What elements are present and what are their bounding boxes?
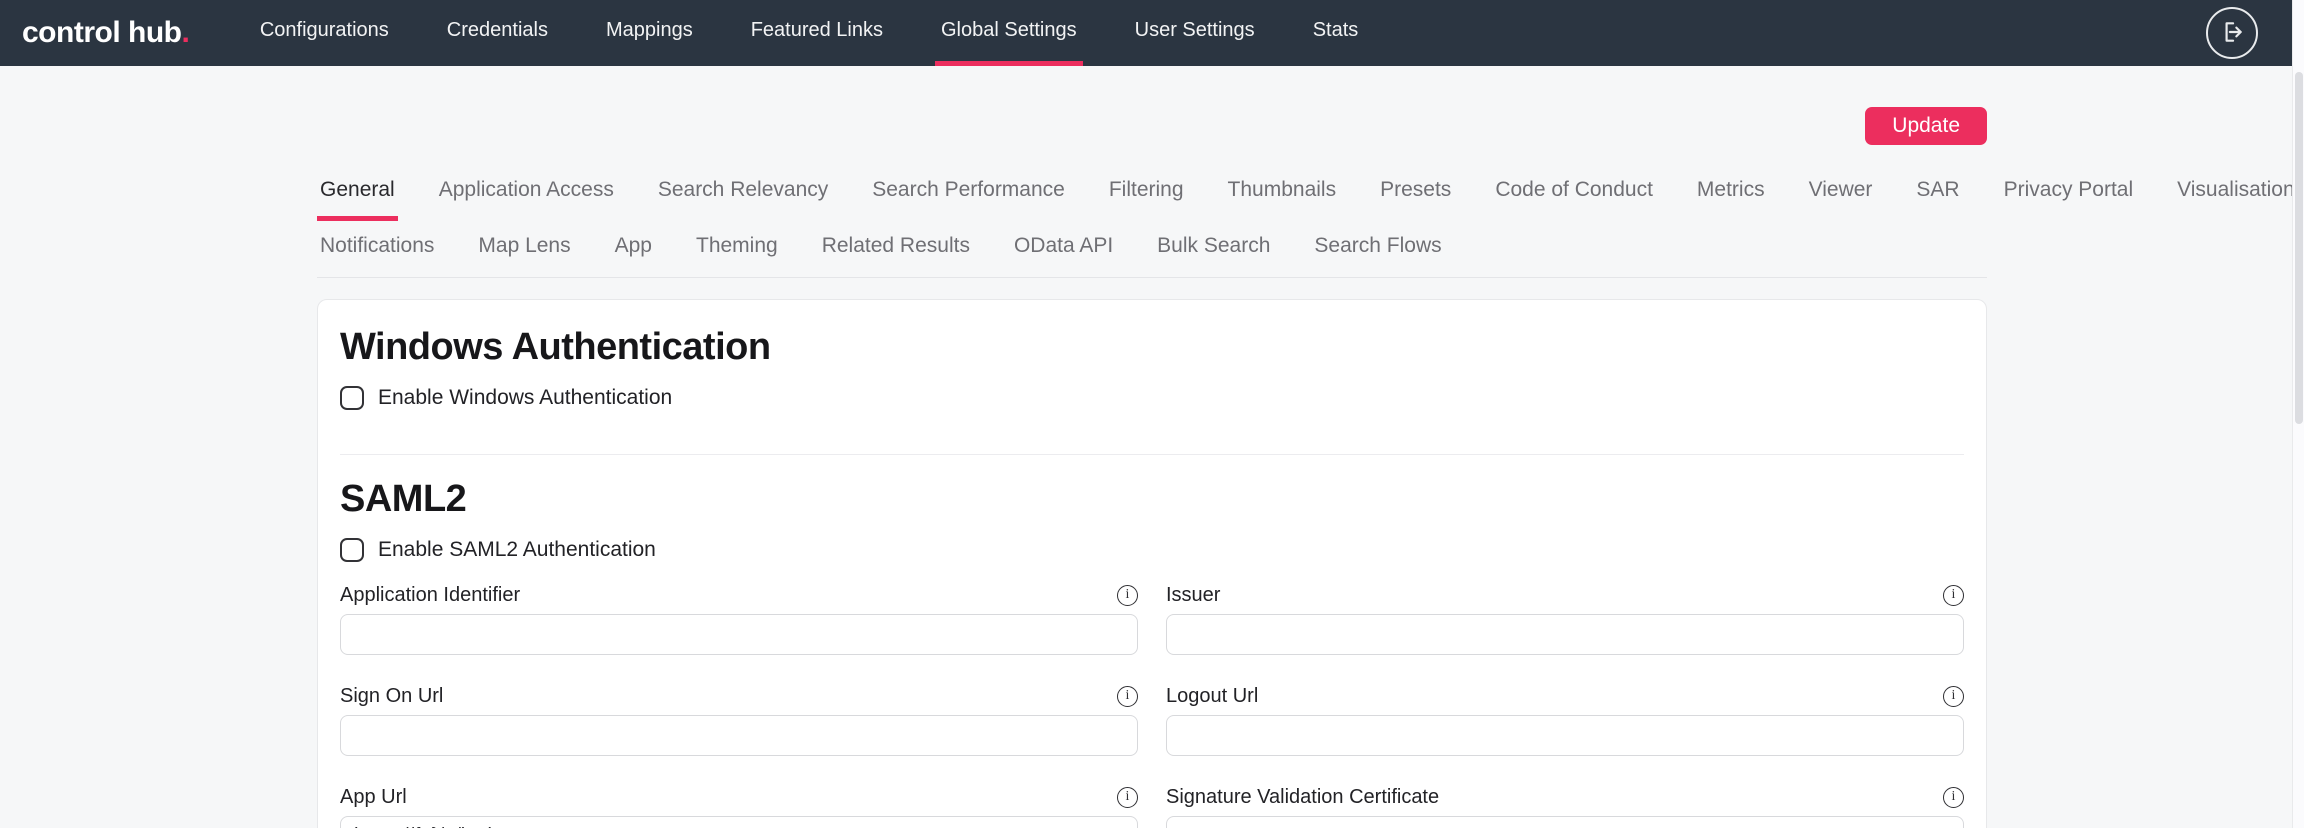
tab-general[interactable]: General [317, 165, 398, 221]
tab-search-relevancy[interactable]: Search Relevancy [655, 165, 831, 221]
logout-url-label: Logout Url [1166, 685, 1258, 708]
windows-auth-title: Windows Authentication [340, 326, 1964, 369]
top-navbar: control hub. Configurations Credentials … [0, 0, 2304, 66]
saml2-checkbox[interactable] [340, 538, 364, 562]
tab-theming[interactable]: Theming [693, 221, 781, 277]
logout-button[interactable] [2206, 7, 2258, 59]
settings-tabs: General Application Access Search Releva… [317, 165, 1987, 278]
app-url-label: App Url [340, 786, 407, 809]
nav-item-featured-links[interactable]: Featured Links [745, 0, 889, 66]
tab-viewer[interactable]: Viewer [1806, 165, 1876, 221]
tab-row-2: Notifications Map Lens App Theming Relat… [317, 221, 1987, 277]
issuer-label: Issuer [1166, 584, 1220, 607]
app-logo[interactable]: control hub. [22, 0, 190, 66]
tab-filtering[interactable]: Filtering [1106, 165, 1187, 221]
saml2-checkbox-label: Enable SAML2 Authentication [378, 538, 656, 562]
tab-notifications[interactable]: Notifications [317, 221, 437, 277]
nav-item-stats[interactable]: Stats [1307, 0, 1365, 66]
tab-row-1: General Application Access Search Releva… [317, 165, 1987, 221]
info-icon[interactable]: i [1117, 686, 1138, 707]
info-icon[interactable]: i [1117, 787, 1138, 808]
tab-bulk-search[interactable]: Bulk Search [1154, 221, 1273, 277]
sign-on-url-input[interactable] [340, 715, 1138, 756]
saml2-field-grid: Application Identifier i Issuer i Sign O… [340, 584, 1964, 828]
logout-icon [2219, 19, 2245, 48]
tab-search-flows[interactable]: Search Flows [1311, 221, 1444, 277]
saml2-checkbox-row: Enable SAML2 Authentication [340, 538, 1964, 562]
windows-auth-checkbox-row: Enable Windows Authentication [340, 386, 1964, 410]
nav-item-configurations[interactable]: Configurations [254, 0, 395, 66]
nav-item-global-settings[interactable]: Global Settings [935, 0, 1083, 66]
logout-url-field: Logout Url i [1166, 685, 1964, 756]
section-divider [340, 454, 1964, 455]
tab-privacy-portal[interactable]: Privacy Portal [2001, 165, 2137, 221]
application-identifier-input[interactable] [340, 614, 1138, 655]
signature-validation-certificate-label: Signature Validation Certificate [1166, 786, 1439, 809]
issuer-input[interactable] [1166, 614, 1964, 655]
tab-application-access[interactable]: Application Access [436, 165, 617, 221]
signature-validation-certificate-field: Signature Validation Certificate i [1166, 786, 1964, 828]
tab-visualisations[interactable]: Visualisations [2174, 165, 2304, 221]
windows-auth-checkbox-label: Enable Windows Authentication [378, 386, 672, 410]
update-button[interactable]: Update [1865, 107, 1987, 145]
logo-text: control hub [22, 16, 181, 50]
tab-search-performance[interactable]: Search Performance [869, 165, 1068, 221]
nav-item-credentials[interactable]: Credentials [441, 0, 554, 66]
actions-row: Update [317, 107, 1987, 145]
app-url-input[interactable] [340, 816, 1138, 828]
tab-sar[interactable]: SAR [1913, 165, 1962, 221]
app-url-field: App Url i [340, 786, 1138, 828]
tab-odata-api[interactable]: OData API [1011, 221, 1116, 277]
application-identifier-label: Application Identifier [340, 584, 520, 607]
signature-validation-certificate-input[interactable] [1166, 816, 1964, 828]
saml2-title: SAML2 [340, 478, 1964, 521]
sign-on-url-field: Sign On Url i [340, 685, 1138, 756]
scrollbar-thumb[interactable] [2295, 72, 2303, 424]
tab-map-lens[interactable]: Map Lens [475, 221, 573, 277]
scrollbar-track[interactable] [2292, 0, 2304, 828]
tab-related-results[interactable]: Related Results [819, 221, 973, 277]
info-icon[interactable]: i [1943, 686, 1964, 707]
nav-item-mappings[interactable]: Mappings [600, 0, 699, 66]
info-icon[interactable]: i [1943, 787, 1964, 808]
windows-auth-checkbox[interactable] [340, 386, 364, 410]
tab-app[interactable]: App [612, 221, 655, 277]
logo-dot: . [181, 16, 189, 50]
authentication-settings-card: Windows Authentication Enable Windows Au… [317, 299, 1987, 828]
nav-item-user-settings[interactable]: User Settings [1129, 0, 1261, 66]
logout-url-input[interactable] [1166, 715, 1964, 756]
info-icon[interactable]: i [1117, 585, 1138, 606]
sign-on-url-label: Sign On Url [340, 685, 443, 708]
tab-thumbnails[interactable]: Thumbnails [1225, 165, 1340, 221]
tab-code-of-conduct[interactable]: Code of Conduct [1492, 165, 1656, 221]
issuer-field: Issuer i [1166, 584, 1964, 655]
main-nav: Configurations Credentials Mappings Feat… [254, 0, 1364, 66]
info-icon[interactable]: i [1943, 585, 1964, 606]
tab-metrics[interactable]: Metrics [1694, 165, 1768, 221]
application-identifier-field: Application Identifier i [340, 584, 1138, 655]
tab-presets[interactable]: Presets [1377, 165, 1454, 221]
